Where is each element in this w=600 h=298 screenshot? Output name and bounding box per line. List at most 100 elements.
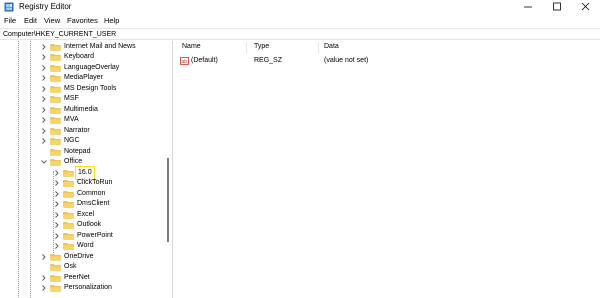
tree-item-notepad[interactable]: Notepad — [40, 147, 160, 157]
tree-item-dmsclient[interactable]: DmsClient — [53, 199, 160, 209]
tree-item-excel[interactable]: Excel — [53, 210, 160, 220]
tree-item-office[interactable]: Office — [40, 157, 160, 167]
chevron-right-icon[interactable] — [53, 190, 61, 198]
tree-item-label: Narrator — [64, 126, 90, 134]
tree-item-outlook[interactable]: Outlook — [53, 220, 160, 230]
key-tree: Internet Mail and News Keyboard LanguageOv… — [0, 41, 172, 298]
column-separator[interactable] — [246, 42, 247, 53]
chevron-right-icon[interactable] — [53, 242, 61, 250]
string-value-icon: ab — [180, 57, 189, 65]
tree-item-word[interactable]: Word — [53, 241, 160, 251]
tree-scrollbar[interactable] — [165, 41, 171, 298]
pane-splitter[interactable] — [172, 41, 173, 298]
folder-icon — [50, 64, 61, 72]
chevron-right-icon[interactable] — [40, 64, 48, 72]
minimize-button[interactable] — [514, 0, 542, 14]
chevron-right-icon[interactable] — [53, 211, 61, 219]
chevron-right-icon[interactable] — [40, 53, 48, 61]
tree-item-keyboard[interactable]: Keyboard — [40, 52, 160, 62]
value-row-default[interactable]: ab (Default) REG_SZ (value not set) — [174, 56, 600, 66]
tree-item-internet-mail-and-news[interactable]: Internet Mail and News — [40, 42, 160, 52]
chevron-right-icon[interactable] — [40, 253, 48, 261]
tree-item-powerpoint[interactable]: PowerPoint — [53, 231, 160, 241]
column-separator[interactable] — [318, 42, 319, 53]
chevron-right-icon[interactable] — [40, 127, 48, 135]
tree-item-label: NGC — [64, 137, 80, 144]
tree-item-label: OneDrive — [64, 252, 94, 260]
value-type: REG_SZ — [254, 57, 283, 64]
tree-item-label: ClickToRun — [77, 179, 113, 186]
column-header-type[interactable]: Type — [254, 43, 269, 50]
address-bar[interactable]: Computer\HKEY_CURRENT_USER — [0, 28, 600, 40]
tree-scrollbar-thumb[interactable] — [167, 158, 169, 242]
folder-icon — [50, 253, 61, 261]
tree-item-label: Notepad — [64, 147, 91, 155]
column-header-data[interactable]: Data — [324, 43, 339, 50]
tree-item-clicktorun[interactable]: ClickToRun — [53, 178, 160, 188]
column-header-name[interactable]: Name — [182, 43, 201, 50]
menu-edit[interactable]: Edit — [24, 16, 37, 25]
tree-item-label: Keyboard — [64, 53, 94, 60]
chevron-right-icon[interactable] — [40, 74, 48, 82]
tree-item-osk[interactable]: Osk — [40, 262, 160, 272]
tree-item-label: Osk — [64, 263, 77, 270]
chevron-down-icon[interactable] — [40, 158, 48, 166]
folder-icon — [50, 54, 61, 61]
close-button[interactable] — [572, 0, 600, 14]
folder-icon — [50, 274, 61, 282]
folder-icon — [63, 222, 74, 229]
tree-item-ms-design-tools[interactable]: MS Design Tools — [40, 84, 160, 94]
tree-guide-line — [30, 41, 31, 298]
tree-item-label: Internet Mail and News — [64, 42, 136, 50]
tree-item-label: MS Design Tools — [64, 84, 117, 92]
tree-item-msf[interactable]: MSF — [40, 94, 160, 104]
address-path[interactable]: Computer\HKEY_CURRENT_USER — [3, 31, 116, 38]
folder-icon — [50, 264, 61, 271]
tree-item-languageoverlay[interactable]: LanguageOverlay — [40, 63, 160, 73]
tree-item-personalization[interactable]: Personalization — [40, 283, 160, 293]
chevron-right-icon[interactable] — [53, 200, 61, 208]
tree-item-peernet[interactable]: PeerNet — [40, 273, 160, 283]
menu-file[interactable]: File — [4, 16, 16, 25]
chevron-right-icon[interactable] — [53, 232, 61, 240]
chevron-right-icon[interactable] — [40, 43, 48, 51]
chevron-right-icon[interactable] — [40, 106, 48, 114]
tree-item-label: MediaPlayer — [64, 74, 103, 81]
chevron-right-icon[interactable] — [53, 169, 61, 177]
menu-view[interactable]: View — [44, 16, 60, 25]
tree-guide-line — [18, 41, 19, 298]
menu-help[interactable]: Help — [104, 16, 119, 25]
folder-icon — [50, 148, 61, 156]
tree-item-narrator[interactable]: Narrator — [40, 126, 160, 136]
chevron-right-icon[interactable] — [40, 95, 48, 103]
folder-icon — [50, 43, 61, 51]
folder-icon — [50, 75, 61, 82]
tree-item-multimedia[interactable]: Multimedia — [40, 105, 160, 115]
menu-favorites[interactable]: Favorites — [67, 16, 98, 25]
tree-item-label: Word — [77, 242, 94, 249]
chevron-right-icon[interactable] — [40, 85, 48, 93]
tree-item-16-0[interactable]: 16.0 — [53, 165, 160, 180]
chevron-right-icon[interactable] — [40, 116, 48, 124]
tree-item-onedrive[interactable]: OneDrive — [40, 252, 160, 262]
folder-icon — [50, 85, 61, 93]
folder-icon — [63, 243, 74, 250]
chevron-right-icon[interactable] — [40, 137, 48, 145]
chevron-right-icon[interactable] — [53, 179, 61, 187]
tree-item-common[interactable]: Common — [53, 189, 160, 199]
tree-item-label: PeerNet — [64, 273, 90, 281]
value-name: (Default) — [191, 57, 218, 64]
tree-item-ngc[interactable]: NGC — [40, 136, 160, 146]
folder-icon — [50, 159, 61, 166]
chevron-right-icon[interactable] — [53, 221, 61, 229]
folder-icon — [63, 201, 74, 208]
folder-icon — [50, 106, 61, 114]
tree-item-mediaplayer[interactable]: MediaPlayer — [40, 73, 160, 83]
chevron-right-icon[interactable] — [40, 274, 48, 282]
tree-item-mva[interactable]: MVA — [40, 115, 160, 125]
svg-text:ab: ab — [181, 59, 187, 65]
tree-item-label: Personalization — [64, 284, 112, 291]
maximize-button[interactable] — [543, 0, 571, 14]
folder-icon — [50, 285, 61, 292]
chevron-right-icon[interactable] — [40, 284, 48, 292]
